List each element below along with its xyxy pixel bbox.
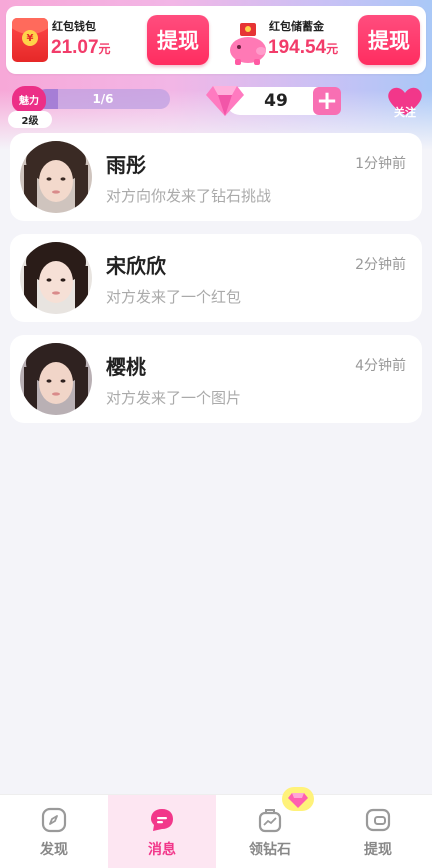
avatar [20,242,92,314]
tab-label: 消息 [148,842,176,858]
piggy-bank-icon [230,23,266,65]
compass-icon [41,807,67,833]
follow-button[interactable]: 关注 [386,86,424,122]
charm-progress-bar: 1/6 [36,89,170,109]
withdraw-wallet-button[interactable]: 提现 [147,15,209,65]
message-item[interactable]: 雨彤 1分钟前 对方向你发来了钻石挑战 [10,133,422,221]
tab-get-diamonds[interactable]: 领钻石 [216,787,324,868]
message-time: 2分钟前 [355,257,406,273]
redpack-wallet-label: 红包钱包 [52,20,96,33]
contact-name: 雨彤 [106,153,146,177]
charm-progress-text: 1/6 [92,92,114,106]
savings-amount: 194.54元 [268,37,339,58]
tab-label: 领钻石 [249,842,291,858]
diamond-badge-icon [282,787,314,811]
contact-name: 宋欣欣 [106,254,166,278]
tab-messages[interactable]: 消息 [108,795,216,868]
avatar [20,343,92,415]
savings-label: 红包储蓄金 [269,20,324,33]
avatar [20,141,92,213]
charm-level: 2级 [8,111,52,128]
wallet-icon [365,808,391,832]
add-diamonds-button[interactable]: + [313,87,341,115]
tab-label: 提现 [364,842,392,858]
message-item[interactable]: 樱桃 4分钟前 对方发来了一个图片 [10,335,422,423]
message-time: 1分钟前 [355,156,406,172]
message-preview: 对方发来了一个红包 [106,288,242,306]
gift-bag-icon [258,809,282,833]
withdraw-savings-button[interactable]: 提现 [358,15,420,65]
message-preview: 对方发来了一个图片 [106,389,242,407]
diamond-count: 49 [264,91,288,111]
tab-withdraw[interactable]: 提现 [324,795,432,868]
chat-bubble-icon [151,809,173,831]
diamond-icon [206,86,244,116]
message-time: 4分钟前 [355,358,406,374]
follow-label: 关注 [394,106,416,119]
tab-label: 发现 [40,842,68,858]
bottom-tab-bar: 发现 消息 领钻石 提现 [0,787,432,868]
tab-discover[interactable]: 发现 [0,795,108,868]
charm-badge: 魅力 [12,86,46,112]
redpack-wallet-amount: 21.07元 [51,37,111,58]
red-packet-icon: ¥ [12,18,48,62]
message-preview: 对方向你发来了钻石挑战 [106,187,272,205]
message-item[interactable]: 宋欣欣 2分钟前 对方发来了一个红包 [10,234,422,322]
message-list: 雨彤 1分钟前 对方向你发来了钻石挑战 宋欣欣 2分钟前 对方发来了一个红包 樱… [10,133,422,436]
contact-name: 樱桃 [106,355,146,379]
wallet-card: ¥ 红包钱包 21.07元 提现 红包储蓄金 194.54元 提现 [6,6,426,74]
